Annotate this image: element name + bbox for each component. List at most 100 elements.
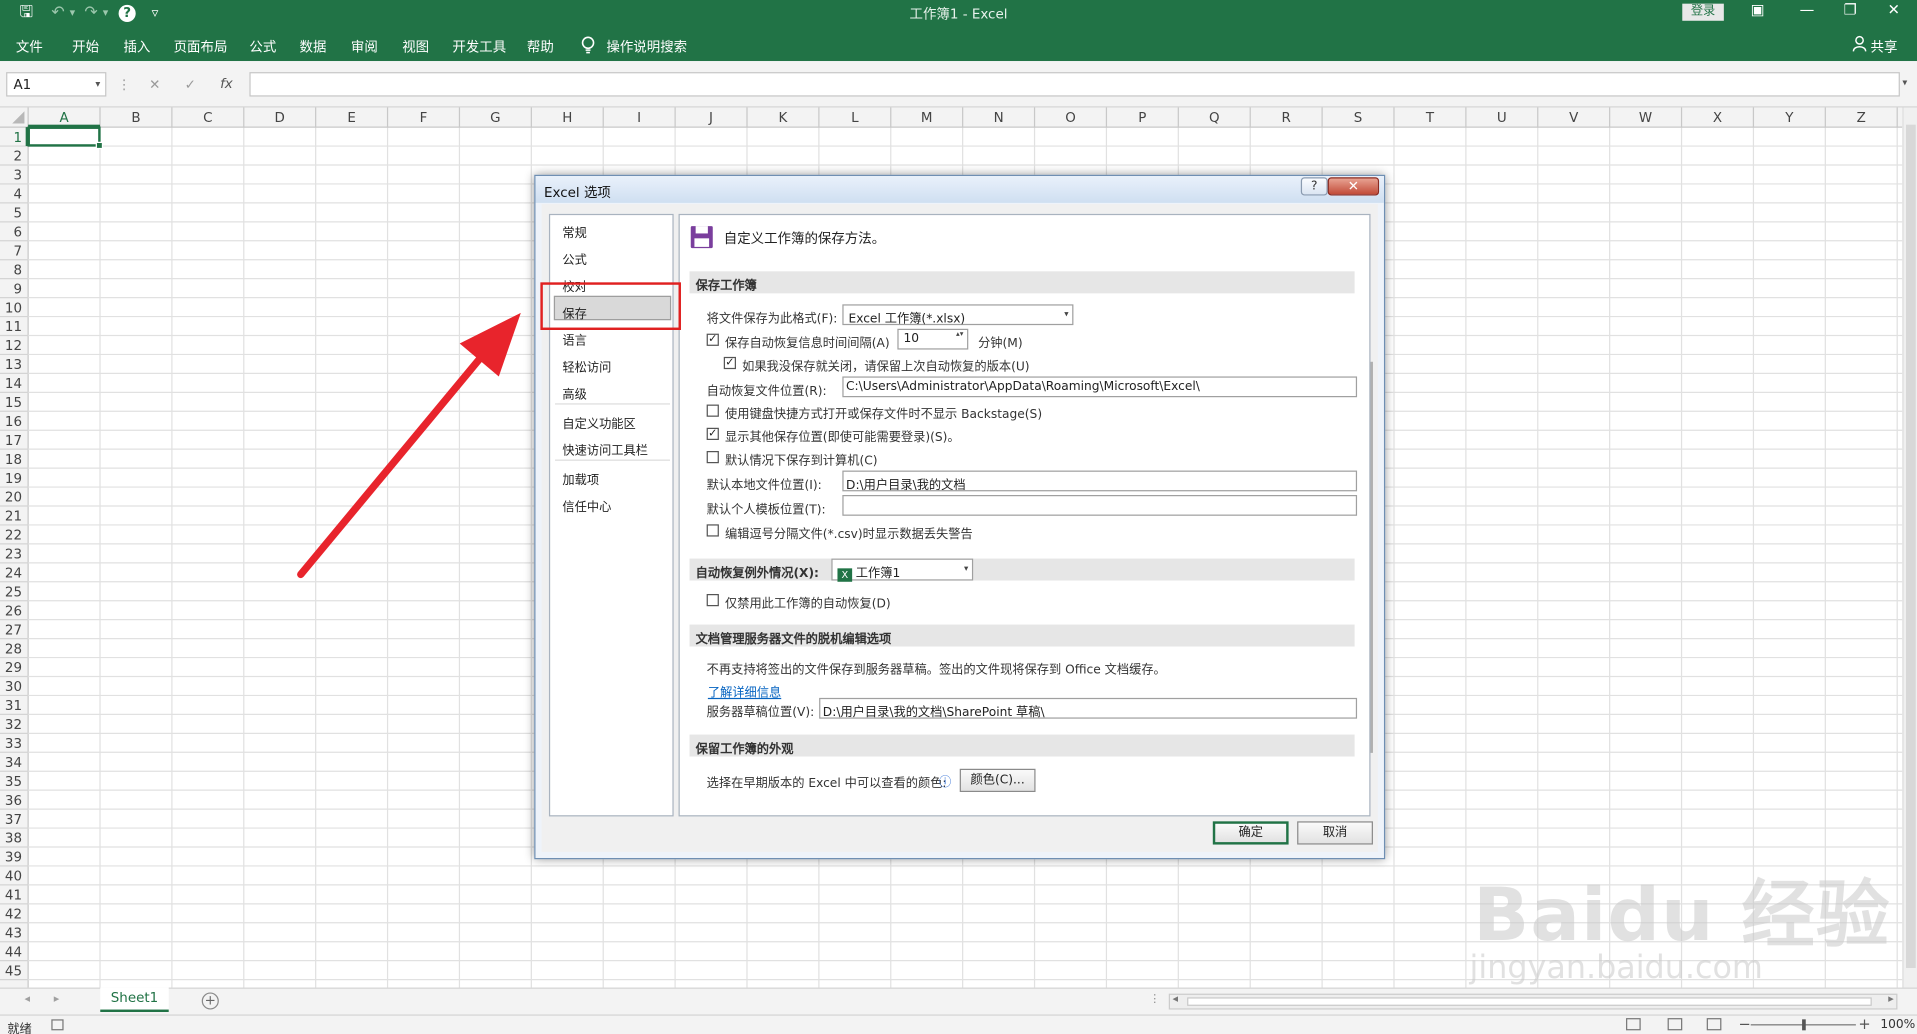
row-header-44[interactable]: 44 — [5, 945, 22, 960]
macro-record-icon[interactable] — [51, 1019, 64, 1031]
close-icon[interactable]: ✕ — [1888, 1, 1900, 18]
name-box-dropdown-icon[interactable]: ▾ — [95, 78, 100, 89]
column-header-K[interactable]: K — [779, 111, 789, 126]
tab-page-layout[interactable]: 页面布局 — [174, 37, 228, 57]
column-header-S[interactable]: S — [1354, 111, 1363, 126]
login-button[interactable]: 登录 — [1682, 3, 1724, 21]
spin-arrows-icon[interactable]: ▴▾ — [956, 331, 963, 338]
autorecover-minutes-spinner[interactable]: 10 ▴▾ — [897, 328, 969, 350]
row-header-4[interactable]: 4 — [13, 188, 22, 203]
nav-item-customize-ribbon[interactable]: 自定义功能区 — [562, 413, 635, 431]
vertical-scrollbar[interactable] — [1902, 107, 1917, 988]
row-header-24[interactable]: 24 — [5, 567, 22, 582]
page-break-view-icon[interactable] — [1706, 1018, 1722, 1031]
horizontal-scrollbar[interactable]: ◂ ▸ — [1168, 993, 1898, 1010]
row-header-1[interactable]: 1 — [13, 131, 22, 146]
row-header-15[interactable]: 15 — [5, 396, 22, 411]
column-header-H[interactable]: H — [562, 111, 572, 126]
ribbon-display-options-icon[interactable]: ▣ — [1751, 1, 1765, 18]
tab-insert[interactable]: 插入 — [123, 37, 150, 57]
save-to-computer-checkbox[interactable] — [706, 450, 719, 464]
nav-item-advanced[interactable]: 高级 — [562, 384, 586, 402]
tab-split-handle-icon[interactable]: ⋮ — [1149, 994, 1160, 1006]
active-cell-a1[interactable] — [27, 126, 101, 147]
row-header-22[interactable]: 22 — [5, 529, 22, 544]
cancel-entry-icon[interactable]: ✕ — [149, 77, 160, 93]
row-header-32[interactable]: 32 — [5, 718, 22, 733]
row-header-26[interactable]: 26 — [5, 604, 22, 619]
row-header-12[interactable]: 12 — [5, 339, 22, 354]
zoom-out-icon[interactable]: − — [1739, 1016, 1751, 1033]
share-person-icon[interactable] — [1852, 35, 1868, 52]
row-header-13[interactable]: 13 — [5, 358, 22, 373]
row-header-9[interactable]: 9 — [13, 282, 22, 297]
no-backstage-checkbox[interactable] — [706, 404, 719, 417]
row-header-16[interactable]: 16 — [5, 415, 22, 430]
column-header-X[interactable]: X — [1713, 111, 1722, 126]
vertical-scroll-thumb[interactable] — [1906, 124, 1916, 968]
column-header-F[interactable]: F — [420, 111, 428, 126]
row-header-41[interactable]: 41 — [5, 889, 22, 904]
nav-item-accessibility[interactable]: 轻松访问 — [562, 357, 611, 375]
insert-function-icon[interactable]: fx — [220, 76, 233, 92]
tab-review[interactable]: 审阅 — [351, 37, 378, 57]
keep-last-version-checkbox[interactable]: ✓ — [723, 356, 736, 370]
minimize-icon[interactable]: — — [1800, 1, 1815, 18]
prev-sheet-icon[interactable]: ◂ — [24, 994, 30, 1006]
sheet-tab-sheet1[interactable]: Sheet1 — [100, 987, 169, 1012]
dialog-title-bar[interactable]: Excel 选项 ? ✕ — [535, 175, 1384, 203]
autorecover-location-input[interactable]: C:\Users\Administrator\AppData\Roaming\M… — [842, 376, 1358, 398]
nav-item-language[interactable]: 语言 — [562, 330, 586, 348]
row-header-37[interactable]: 37 — [5, 813, 22, 828]
autorecover-workbook-select[interactable]: X 工作簿1 ▾ — [831, 558, 974, 582]
row-header-17[interactable]: 17 — [5, 434, 22, 449]
zoom-slider-thumb[interactable] — [1802, 1019, 1806, 1031]
tab-view[interactable]: 视图 — [402, 37, 429, 57]
row-header-14[interactable]: 14 — [5, 377, 22, 392]
row-header-20[interactable]: 20 — [5, 491, 22, 506]
row-header-23[interactable]: 23 — [5, 548, 22, 563]
normal-view-icon[interactable] — [1626, 1018, 1641, 1031]
cancel-button[interactable]: 取消 — [1297, 821, 1373, 845]
add-sheet-icon[interactable]: + — [201, 992, 219, 1010]
row-header-8[interactable]: 8 — [13, 263, 22, 278]
expand-formula-bar-icon[interactable]: ▾ — [1902, 77, 1907, 88]
row-header-40[interactable]: 40 — [5, 870, 22, 885]
nav-item-save[interactable]: 保存 — [562, 303, 586, 321]
default-template-location-input[interactable] — [842, 494, 1358, 516]
column-header-W[interactable]: W — [1639, 111, 1652, 126]
tell-me-search[interactable]: 操作说明搜索 — [606, 37, 687, 57]
column-header-A[interactable]: A — [59, 111, 69, 126]
csv-warning-checkbox[interactable] — [706, 524, 719, 537]
column-header-T[interactable]: T — [1425, 111, 1435, 126]
lightbulb-icon[interactable] — [580, 35, 597, 55]
column-header-Q[interactable]: Q — [1209, 111, 1220, 126]
row-header-39[interactable]: 39 — [5, 851, 22, 866]
row-header-11[interactable]: 11 — [5, 320, 22, 335]
horizontal-scroll-thumb[interactable] — [1187, 997, 1872, 1006]
zoom-level[interactable]: 100% — [1880, 1018, 1915, 1031]
tab-formulas[interactable]: 公式 — [249, 37, 276, 57]
page-layout-view-icon[interactable] — [1667, 1018, 1683, 1031]
column-header-E[interactable]: E — [347, 111, 356, 126]
column-header-M[interactable]: M — [921, 111, 933, 126]
ok-button[interactable]: 确定 — [1212, 821, 1289, 845]
nav-item-quick-access-toolbar[interactable]: 快速访问工具栏 — [562, 440, 648, 458]
row-header-29[interactable]: 29 — [5, 661, 22, 676]
panel-scroll-indicator[interactable] — [1370, 361, 1373, 753]
row-header-36[interactable]: 36 — [5, 794, 22, 809]
row-header-42[interactable]: 42 — [5, 907, 22, 922]
save-format-select[interactable]: Excel 工作簿(*.xlsx) ▾ — [842, 304, 1074, 326]
row-header-43[interactable]: 43 — [5, 926, 22, 941]
scroll-left-icon[interactable]: ◂ — [1172, 994, 1178, 1006]
column-header-P[interactable]: P — [1138, 111, 1146, 126]
scroll-right-icon[interactable]: ▸ — [1888, 994, 1894, 1006]
column-header-N[interactable]: N — [994, 111, 1004, 126]
column-header-Y[interactable]: Y — [1784, 111, 1794, 126]
row-header-5[interactable]: 5 — [13, 207, 22, 222]
tab-data[interactable]: 数据 — [300, 37, 327, 57]
nav-item-general[interactable]: 常规 — [562, 222, 586, 240]
row-header-30[interactable]: 30 — [5, 680, 22, 695]
column-header-I[interactable]: I — [637, 111, 641, 126]
colors-button[interactable]: 颜色(C)... — [959, 768, 1036, 792]
